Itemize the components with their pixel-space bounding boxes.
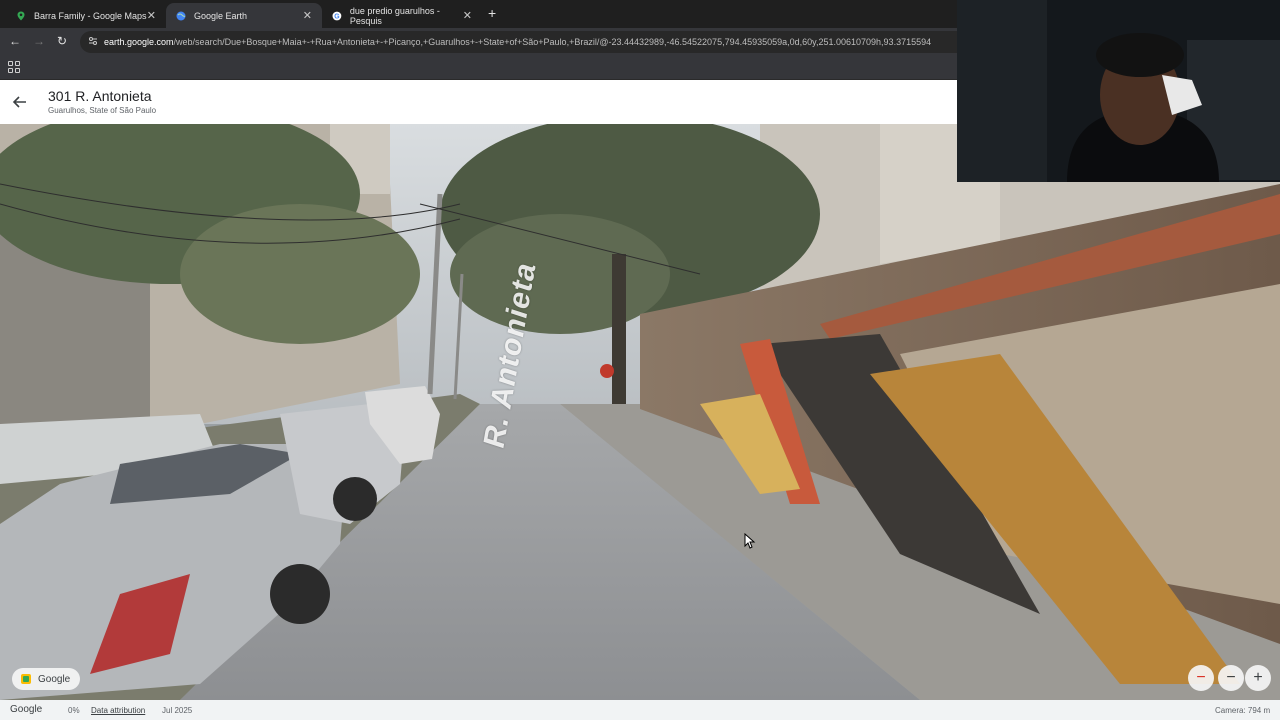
tree-canopy: [450, 214, 670, 334]
car-wheel: [270, 564, 330, 624]
imagery-date: Jul 2025: [162, 706, 193, 715]
mouse-cursor-icon: [744, 533, 756, 549]
zoom-out-button[interactable]: −: [1218, 665, 1244, 691]
zoom-in-button[interactable]: +: [1245, 665, 1271, 691]
url-path: /web/search/Due+Bosque+Maia+-+Rua+Antoni…: [173, 37, 932, 47]
tab-google-search[interactable]: G due predio guarulhos - Pesquis ✕: [322, 3, 482, 28]
car-wheel: [333, 477, 377, 521]
maps-pin-icon: [17, 11, 25, 20]
place-title: 301 R. Antonieta: [48, 88, 152, 104]
reload-icon[interactable]: ↻: [57, 34, 67, 48]
new-tab-icon[interactable]: +: [488, 5, 496, 21]
tab-google-earth[interactable]: Google Earth ✕: [166, 3, 322, 28]
street-scene: [0, 124, 1280, 700]
data-attribution-link[interactable]: Data attribution: [91, 706, 145, 715]
close-tab-icon[interactable]: ✕: [303, 9, 312, 22]
camera-altitude: Camera: 794 m: [1215, 706, 1271, 715]
back-arrow-icon[interactable]: [10, 92, 30, 112]
tree-trunk: [612, 254, 626, 424]
google-logo-chip[interactable]: Google: [12, 668, 81, 690]
loading-progress: 0%: [68, 706, 80, 715]
forward-arrow-icon[interactable]: →: [33, 34, 45, 48]
google-g-icon: G: [332, 11, 342, 20]
traffic-sign: [600, 364, 614, 378]
earth-globe-icon: [176, 11, 186, 20]
close-tab-icon[interactable]: ✕: [463, 9, 472, 22]
webcam-feed: [957, 0, 1280, 182]
tree-canopy: [180, 204, 420, 344]
tab-label: due predio guarulhos - Pesquis: [349, 5, 440, 26]
site-settings-icon[interactable]: [88, 36, 98, 46]
earth-status-bar: Google 0% Data attribution Jul 2025 Came…: [0, 700, 1280, 720]
tab-label: Google Earth: [194, 10, 248, 21]
url-host: earth.google.com: [104, 37, 174, 47]
pegman-icon: [21, 674, 31, 684]
back-arrow-icon[interactable]: ←: [9, 34, 21, 48]
close-tab-icon[interactable]: ✕: [147, 9, 156, 22]
exit-street-view-button[interactable]: −: [1188, 665, 1214, 691]
google-brand: Google: [10, 704, 43, 715]
person-hair: [1096, 33, 1184, 77]
svg-text:G: G: [334, 13, 339, 20]
tab-google-maps[interactable]: Barra Family - Google Maps ✕: [6, 3, 166, 28]
webcam-overlay: [957, 0, 1280, 182]
place-subtitle: Guarulhos, State of São Paulo: [48, 106, 157, 115]
google-chip-label: Google: [38, 673, 71, 685]
tab-label: Barra Family - Google Maps: [34, 10, 147, 21]
street-view-panorama[interactable]: R. Antonieta Google − − +: [0, 124, 1280, 700]
apps-grid-icon[interactable]: [8, 61, 20, 73]
